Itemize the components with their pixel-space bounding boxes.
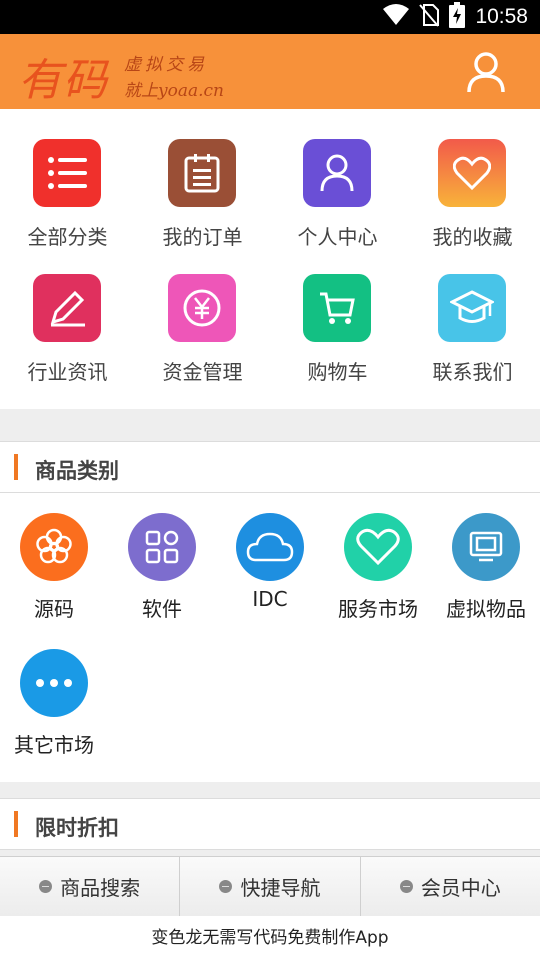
status-time: 10:58	[475, 5, 528, 28]
footer-banner[interactable]: 变色龙无需写代码免费制作App	[0, 916, 540, 960]
category-item-service-market[interactable]: 服务市场	[324, 493, 432, 623]
bottom-nav: 商品搜索 快捷导航 会员中心	[0, 856, 540, 916]
grid-label: 行业资讯	[27, 360, 108, 384]
nav-dot-icon	[39, 880, 53, 893]
wifi-icon	[383, 4, 410, 30]
category-label: 虚拟物品	[446, 597, 526, 621]
nav-tab-label: 快捷导航	[240, 876, 321, 900]
user-icon	[467, 52, 505, 93]
grid-label: 联系我们	[432, 360, 513, 384]
grid-label: 资金管理	[162, 360, 243, 384]
logo-main-text: 有码	[18, 55, 108, 106]
graduation-cap-icon	[438, 274, 506, 342]
grid-item-fund-management[interactable]: 资金管理	[135, 244, 270, 384]
nav-tab-member-center[interactable]: 会员中心	[361, 857, 540, 916]
more-icon	[20, 649, 88, 717]
battery-charging-icon	[449, 2, 466, 32]
logo-sub-text-1: 虚拟交易	[124, 55, 208, 75]
nav-tab-label: 会员中心	[420, 876, 501, 900]
grid-item-industry-news[interactable]: 行业资讯	[0, 244, 135, 384]
monitor-icon	[452, 513, 520, 581]
grid-item-my-orders[interactable]: 我的订单	[135, 109, 270, 249]
flower-icon	[20, 513, 88, 581]
category-item-source-code[interactable]: 源码	[0, 493, 108, 623]
logo-sub-text-2: 就上yoaa.cn	[124, 81, 224, 101]
pencil-icon	[33, 274, 101, 342]
user-button[interactable]	[464, 50, 508, 94]
grid-label: 购物车	[307, 360, 368, 384]
section-header-discounts: 限时折扣	[0, 798, 540, 850]
app-header: 有码 虚拟交易 就上yoaa.cn	[0, 34, 540, 109]
section-accent-bar	[14, 454, 18, 480]
grid-item-all-categories[interactable]: 全部分类	[0, 109, 135, 249]
heart-icon	[438, 139, 506, 207]
nav-tab-label: 商品搜索	[60, 876, 141, 900]
status-icons: 10:58	[383, 2, 528, 32]
category-item-virtual-goods[interactable]: 虚拟物品	[432, 493, 540, 623]
category-grid: 源码 软件 IDC 服务市场 虚拟物品 其它市场	[0, 493, 540, 782]
heart-outline-icon	[344, 513, 412, 581]
section-header-categories: 商品类别	[0, 441, 540, 493]
cart-icon	[303, 274, 371, 342]
nav-tab-product-search[interactable]: 商品搜索	[0, 857, 181, 916]
category-item-software[interactable]: 软件	[108, 493, 216, 623]
person-icon	[303, 139, 371, 207]
grid-item-contact-us[interactable]: 联系我们	[405, 244, 540, 384]
quick-entry-grid: 全部分类 我的订单 个人中心 我的收藏 行业资讯 资金管理 购物车 联系我们	[0, 109, 540, 409]
list-icon	[33, 139, 101, 207]
category-label: 其它市场	[14, 733, 94, 757]
app-logo: 有码 虚拟交易 就上yoaa.cn	[18, 44, 238, 106]
grid-item-my-favorites[interactable]: 我的收藏	[405, 109, 540, 249]
nav-dot-icon	[399, 880, 413, 893]
grid-item-personal-center[interactable]: 个人中心	[270, 109, 405, 249]
apps-icon	[128, 513, 196, 581]
grid-item-shopping-cart[interactable]: 购物车	[270, 244, 405, 384]
nav-dot-icon	[219, 880, 233, 893]
clipboard-icon	[168, 139, 236, 207]
no-sim-icon	[419, 3, 440, 31]
section-title: 限时折扣	[35, 816, 119, 840]
yen-icon	[168, 274, 236, 342]
category-item-other-market[interactable]: 其它市场	[0, 629, 108, 759]
category-item-idc[interactable]: IDC	[216, 493, 324, 623]
nav-tab-quick-nav[interactable]: 快捷导航	[180, 857, 361, 916]
status-bar: 10:58	[0, 0, 540, 34]
section-title: 商品类别	[35, 459, 119, 483]
cloud-icon	[236, 513, 304, 581]
section-accent-bar	[14, 811, 18, 837]
